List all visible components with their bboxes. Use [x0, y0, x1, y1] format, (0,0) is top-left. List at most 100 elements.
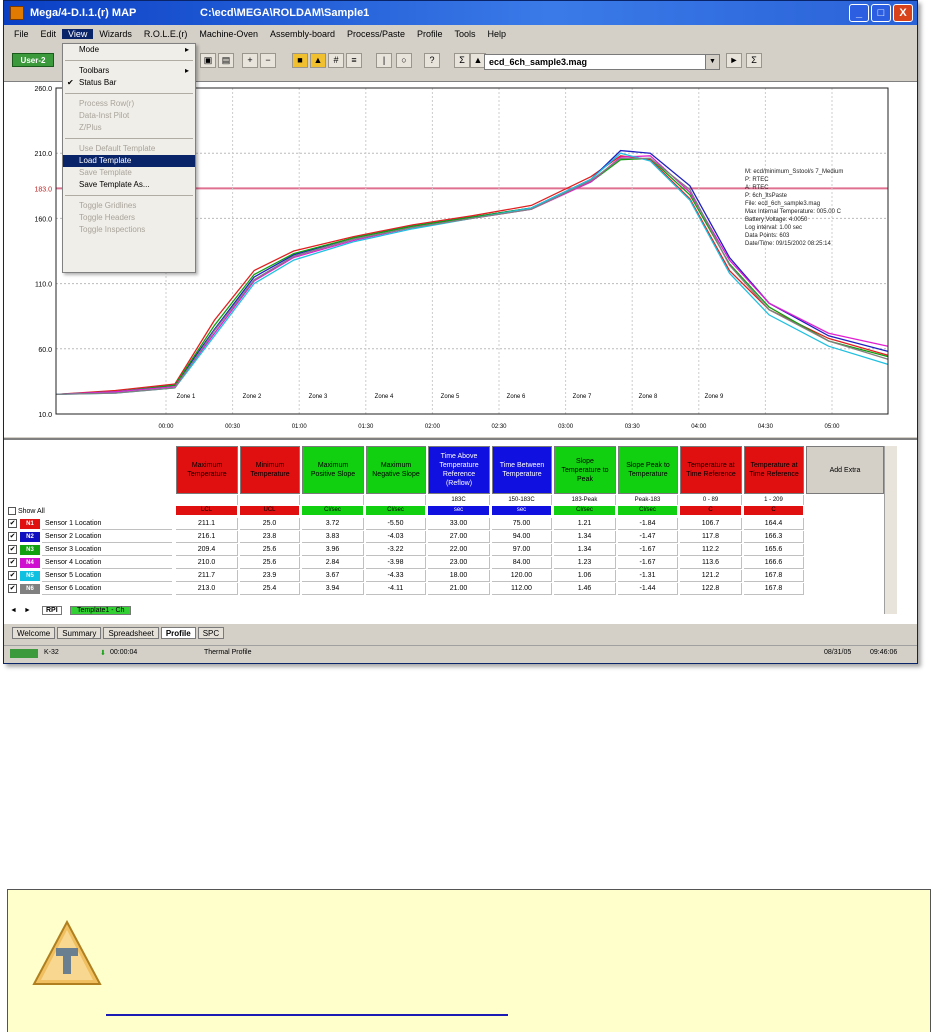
table-cell[interactable]: 23.8 — [240, 531, 300, 543]
table-cell[interactable]: 216.1 — [176, 531, 238, 543]
table-cell[interactable]: 164.4 — [744, 518, 804, 530]
table-cell[interactable]: 211.1 — [176, 518, 238, 530]
sensor-name[interactable]: Sensor 5 Location — [42, 570, 172, 582]
table-cell[interactable]: 25.0 — [240, 518, 300, 530]
table-cell[interactable]: -4.11 — [366, 583, 426, 595]
sigma-icon[interactable]: Σ — [454, 53, 470, 68]
table-cell[interactable]: 23.00 — [428, 557, 490, 569]
table-cell[interactable]: 94.00 — [492, 531, 552, 543]
menu-wizards[interactable]: Wizards — [93, 29, 138, 39]
table-cell[interactable]: 3.72 — [302, 518, 364, 530]
column-header[interactable]: Temperature at Time Reference — [744, 446, 804, 494]
save-icon[interactable]: ▣ — [200, 53, 216, 68]
sensor-color-swatch[interactable]: N1 — [20, 519, 40, 529]
table-cell[interactable]: 27.00 — [428, 531, 490, 543]
menu-file[interactable]: File — [8, 29, 35, 39]
table-row[interactable]: ✔ N1 Sensor 1 Location 211.1 25.0 3.72 -5.50 33… — [6, 518, 806, 530]
table-cell[interactable]: -5.50 — [366, 518, 426, 530]
menu-item-load-template[interactable]: Load Template — [63, 155, 195, 167]
table-cell[interactable]: 165.6 — [744, 544, 804, 556]
table-cell[interactable]: 167.8 — [744, 570, 804, 582]
table-cell[interactable]: -1.44 — [618, 583, 678, 595]
table-cell[interactable]: 25.6 — [240, 557, 300, 569]
menu-tools[interactable]: Tools — [449, 29, 482, 39]
table-cell[interactable]: 25.4 — [240, 583, 300, 595]
table-cell[interactable]: 1.23 — [554, 557, 616, 569]
spec-cell[interactable] — [302, 495, 364, 505]
print-icon[interactable]: ▤ — [218, 53, 234, 68]
table-cell[interactable]: 106.7 — [680, 518, 742, 530]
table-cell[interactable]: -3.98 — [366, 557, 426, 569]
tab-profile[interactable]: Profile — [160, 627, 196, 639]
table-cell[interactable]: -1.84 — [618, 518, 678, 530]
file-select[interactable]: ecd_6ch_sample3.mag ▼ — [484, 54, 720, 70]
table-cell[interactable]: 2.84 — [302, 557, 364, 569]
table-row[interactable]: ✔ N4 Sensor 4 Location 210.0 25.6 2.84 -3.98 23… — [6, 557, 806, 569]
row-checkbox[interactable]: ✔ — [8, 584, 17, 593]
table-cell[interactable]: 210.0 — [176, 557, 238, 569]
table-cell[interactable]: 122.8 — [680, 583, 742, 595]
table-cell[interactable]: 18.00 — [428, 570, 490, 582]
sensor-name[interactable]: Sensor 4 Location — [42, 557, 172, 569]
table-icon[interactable]: ≡ — [346, 53, 362, 68]
menu-assembly-board[interactable]: Assembly-board — [264, 29, 341, 39]
table-cell[interactable]: 1.21 — [554, 518, 616, 530]
spec-cell[interactable]: Peak-183 — [618, 495, 678, 505]
table-cell[interactable]: 33.00 — [428, 518, 490, 530]
tab-spc[interactable]: SPC — [197, 627, 225, 639]
menu-item-mode[interactable]: Mode ▸ — [63, 44, 195, 56]
row-checkbox[interactable]: ✔ — [8, 545, 17, 554]
table-cell[interactable]: 75.00 — [492, 518, 552, 530]
sensor-name[interactable]: Sensor 1 Location — [42, 518, 172, 530]
column-header[interactable]: Maximum Negative Slope — [366, 446, 426, 494]
table-cell[interactable]: -1.67 — [618, 544, 678, 556]
row-checkbox[interactable]: ✔ — [8, 532, 17, 541]
spec-cell[interactable] — [240, 495, 300, 505]
table-cell[interactable]: 112.00 — [492, 583, 552, 595]
menu-role[interactable]: R.O.L.E.(r) — [138, 29, 194, 39]
table-cell[interactable]: 21.00 — [428, 583, 490, 595]
table-cell[interactable]: 113.6 — [680, 557, 742, 569]
menu-help[interactable]: Help — [482, 29, 513, 39]
table-cell[interactable]: 167.8 — [744, 583, 804, 595]
spec-cell[interactable]: 183-Peak — [554, 495, 616, 505]
table-cell[interactable]: -3.22 — [366, 544, 426, 556]
spec-cell[interactable]: 0 - 89 — [680, 495, 742, 505]
table-cell[interactable]: 166.6 — [744, 557, 804, 569]
tab-welcome[interactable]: Welcome — [12, 627, 56, 639]
table-cell[interactable]: 1.34 — [554, 544, 616, 556]
row-checkbox[interactable]: ✔ — [8, 571, 17, 580]
table-row[interactable]: ✔ N2 Sensor 2 Location 216.1 23.8 3.83 -4.03 27… — [6, 531, 806, 543]
sensor-color-swatch[interactable]: N2 — [20, 532, 40, 542]
table-cell[interactable]: 211.7 — [176, 570, 238, 582]
menu-item-save-template-as[interactable]: Save Template As... — [63, 179, 195, 191]
table-cell[interactable]: 209.4 — [176, 544, 238, 556]
column-header[interactable]: Maximum Temperature — [176, 446, 238, 494]
table-cell[interactable]: 3.67 — [302, 570, 364, 582]
column-header[interactable]: Time Between Temperature — [492, 446, 552, 494]
table-row[interactable]: ✔ N6 Sensor 6 Location 213.0 25.4 3.94 -4.11 21… — [6, 583, 806, 595]
column-header[interactable]: Temperature at Time Reference — [680, 446, 742, 494]
table-cell[interactable]: 112.2 — [680, 544, 742, 556]
column-header[interactable]: Slope Peak to Temperature — [618, 446, 678, 494]
sensor-color-swatch[interactable]: N3 — [20, 545, 40, 555]
chip-icon[interactable]: ○ — [396, 53, 412, 68]
column-header[interactable]: Maximum Positive Slope — [302, 446, 364, 494]
user-button[interactable]: User-2 — [12, 53, 54, 67]
column-header[interactable]: Minimum Temperature — [240, 446, 300, 494]
menu-profile[interactable]: Profile — [411, 29, 449, 39]
sensor-name[interactable]: Sensor 6 Location — [42, 583, 172, 595]
column-header[interactable]: Time Above Temperature Reference (Reflow… — [428, 446, 490, 494]
table-cell[interactable]: -1.31 — [618, 570, 678, 582]
warning-icon[interactable]: ▲ — [310, 53, 326, 68]
zoom-out-icon[interactable]: − — [260, 53, 276, 68]
spec-cell[interactable]: 183C — [428, 495, 490, 505]
menu-item-toolbars[interactable]: Toolbars ▸ — [63, 65, 195, 77]
menu-machine-oven[interactable]: Machine-Oven — [193, 29, 264, 39]
table-cell[interactable]: 84.00 — [492, 557, 552, 569]
show-all-label[interactable]: Show All — [8, 507, 45, 515]
maximize-button[interactable]: □ — [871, 4, 891, 22]
table-vertical-scrollbar[interactable] — [884, 446, 897, 614]
table-row[interactable]: ✔ N3 Sensor 3 Location 209.4 25.6 3.96 -3.22 22… — [6, 544, 806, 556]
row-checkbox[interactable]: ✔ — [8, 519, 17, 528]
